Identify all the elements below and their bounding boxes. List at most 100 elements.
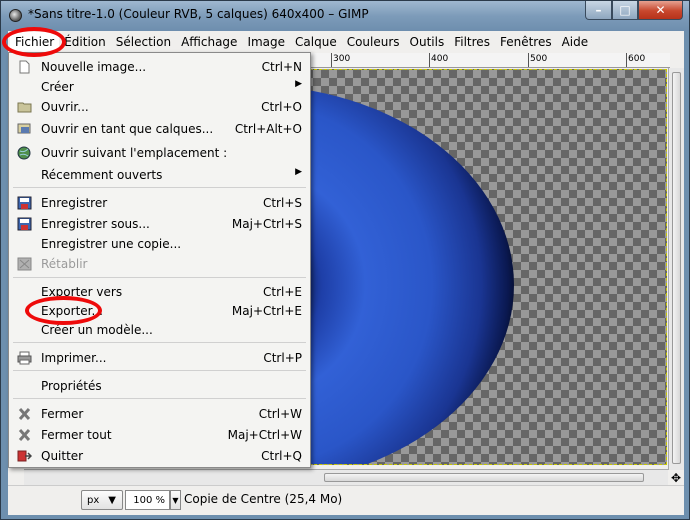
- menu-item-shortcut: Maj+Ctrl+S: [231, 217, 302, 231]
- menu-item-ouvrir-calques[interactable]: Ouvrir en tant que calques... Ctrl+Alt+O: [9, 119, 310, 139]
- menu-item-label: Quitter: [41, 449, 84, 463]
- menu-item-shortcut: Ctrl+Alt+O: [234, 122, 302, 136]
- menu-separator: [13, 370, 306, 371]
- menu-outils[interactable]: Outils: [405, 32, 450, 52]
- menu-item-label: Propriétés: [41, 379, 102, 393]
- menu-image[interactable]: Image: [242, 32, 290, 52]
- submenu-arrow-icon: ▶: [295, 167, 302, 177]
- menu-item-label: Fermer tout: [41, 428, 112, 442]
- unit-value: px: [87, 494, 100, 506]
- menu-item-retablir: Rétablir: [9, 254, 310, 274]
- unit-select[interactable]: px ▼: [81, 490, 123, 510]
- menu-separator: [13, 187, 306, 188]
- menu-item-label: Nouvelle image...: [41, 60, 147, 74]
- menu-calque[interactable]: Calque: [290, 32, 342, 52]
- zoom-input[interactable]: 100 %: [125, 490, 170, 510]
- file-menu-dropdown: Nouvelle image... Ctrl+N Créer ▶ Ouvrir.…: [8, 52, 311, 468]
- menu-item-quitter[interactable]: Quitter Ctrl+Q: [9, 446, 310, 466]
- vertical-scroll-thumb[interactable]: [672, 72, 681, 464]
- horizontal-scrollbar[interactable]: [24, 469, 668, 485]
- menu-item-enregistrer-copie[interactable]: Enregistrer une copie...: [9, 234, 310, 254]
- menu-item-shortcut: Ctrl+O: [261, 100, 302, 114]
- menu-item-shortcut: Ctrl+E: [263, 285, 302, 299]
- menu-item-label: Enregistrer une copie...: [41, 237, 182, 251]
- menu-couleurs[interactable]: Couleurs: [342, 32, 405, 52]
- menu-item-label: Imprimer...: [41, 351, 107, 365]
- zoom-dropdown-button[interactable]: ▼: [170, 490, 181, 510]
- menu-item-shortcut: Ctrl+W: [258, 407, 302, 421]
- menu-item-label: Créer un modèle...: [41, 323, 153, 337]
- menu-item-shortcut: Maj+Ctrl+E: [231, 304, 302, 318]
- close-window-button[interactable]: ✕: [638, 1, 683, 20]
- vertical-scrollbar[interactable]: [668, 68, 684, 470]
- menu-item-imprimer[interactable]: Imprimer... Ctrl+P: [9, 348, 310, 368]
- menu-item-label: Récemment ouverts: [41, 168, 163, 182]
- menu-aide[interactable]: Aide: [557, 32, 594, 52]
- menu-item-fermer-tout[interactable]: Fermer tout Maj+Ctrl+W: [9, 425, 310, 445]
- print-icon: [17, 351, 32, 365]
- save-icon: [17, 196, 32, 210]
- navigate-icon[interactable]: ✥: [668, 470, 684, 485]
- status-info: Copie de Centre (25,4 Mo): [184, 492, 343, 506]
- menu-item-ouvrir[interactable]: Ouvrir... Ctrl+O: [9, 97, 310, 117]
- fichier-highlight-oval: [2, 27, 66, 57]
- menu-item-creer[interactable]: Créer ▶: [9, 77, 310, 97]
- menu-item-proprietes[interactable]: Propriétés: [9, 376, 310, 396]
- menu-edition[interactable]: Édition: [59, 32, 111, 52]
- menu-item-nouvelle-image[interactable]: Nouvelle image... Ctrl+N: [9, 57, 310, 77]
- open-layers-icon: [17, 123, 31, 134]
- menu-item-label: Ouvrir suivant l'emplacement :: [41, 146, 228, 160]
- menu-item-label: Ouvrir...: [41, 100, 89, 114]
- menu-item-fermer[interactable]: Fermer Ctrl+W: [9, 404, 310, 424]
- menu-item-enregistrer[interactable]: Enregistrer Ctrl+S: [9, 193, 310, 213]
- menu-bar: Fichier Édition Sélection Affichage Imag…: [8, 31, 684, 53]
- menu-separator: [13, 398, 306, 399]
- window-title: *Sans titre-1.0 (Couleur RVB, 5 calques)…: [28, 7, 369, 21]
- title-bar: *Sans titre-1.0 (Couleur RVB, 5 calques)…: [1, 1, 689, 31]
- close-x-icon: [18, 407, 31, 421]
- menu-item-label: Fermer: [41, 407, 84, 421]
- menu-item-shortcut: Ctrl+P: [263, 351, 302, 365]
- menu-item-label: Ouvrir en tant que calques...: [41, 122, 214, 136]
- menu-item-label: Enregistrer sous...: [41, 217, 150, 231]
- ruler-label: 400: [431, 54, 449, 64]
- ruler-tick: [429, 53, 430, 67]
- menu-item-label: Créer: [41, 80, 74, 94]
- save-as-icon: [17, 217, 32, 231]
- menu-item-label: Enregistrer: [41, 196, 108, 210]
- ruler-tick: [528, 53, 529, 67]
- new-image-icon: [19, 60, 30, 74]
- quit-icon: [17, 450, 32, 462]
- menu-item-shortcut: Ctrl+Q: [261, 449, 302, 463]
- menu-item-label: Rétablir: [41, 257, 88, 271]
- menu-item-ouvrir-emplacement[interactable]: Ouvrir suivant l'emplacement :: [9, 143, 310, 163]
- chevron-down-icon: ▼: [108, 494, 116, 506]
- window-controls: – □ ✕: [585, 1, 683, 21]
- menu-separator: [13, 342, 306, 343]
- submenu-arrow-icon: ▶: [295, 79, 302, 89]
- ruler-tick: [331, 53, 332, 67]
- menu-separator: [13, 277, 306, 278]
- menu-filtres[interactable]: Filtres: [449, 32, 495, 52]
- exporter-highlight-oval: [25, 296, 102, 325]
- ruler-label: 600: [628, 54, 646, 64]
- globe-icon: [17, 146, 31, 160]
- ruler-label: 300: [333, 54, 351, 64]
- ruler-tick: [626, 53, 627, 67]
- menu-fenetres[interactable]: Fenêtres: [495, 32, 557, 52]
- menu-item-recemment-ouverts[interactable]: Récemment ouverts ▶: [9, 165, 310, 185]
- folder-icon: [17, 102, 32, 113]
- menu-item-enregistrer-sous[interactable]: Enregistrer sous... Maj+Ctrl+S: [9, 214, 310, 234]
- menu-item-shortcut: Ctrl+N: [261, 60, 302, 74]
- revert-icon: [17, 257, 32, 271]
- menu-item-shortcut: Ctrl+S: [262, 196, 302, 210]
- status-bar: px ▼ 100 % ▼ Copie de Centre (25,4 Mo): [8, 485, 684, 515]
- ruler-label: 500: [530, 54, 548, 64]
- horizontal-scroll-thumb[interactable]: [324, 473, 644, 482]
- gimp-app-icon[interactable]: [9, 9, 22, 22]
- gimp-window: *Sans titre-1.0 (Couleur RVB, 5 calques)…: [0, 0, 690, 520]
- menu-affichage[interactable]: Affichage: [176, 32, 242, 52]
- maximize-button[interactable]: □: [612, 1, 638, 20]
- menu-selection[interactable]: Sélection: [111, 32, 176, 52]
- minimize-button[interactable]: –: [585, 1, 612, 20]
